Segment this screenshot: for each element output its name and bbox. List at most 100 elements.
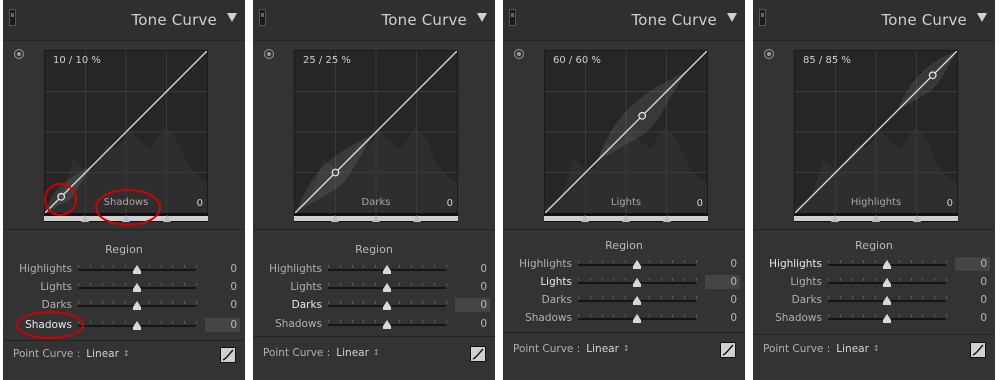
point-curve-select[interactable]: Linear — [586, 343, 619, 355]
curve-control-point[interactable] — [928, 71, 937, 80]
point-curve-control[interactable]: Point Curve : Linear ↕ — [263, 347, 380, 359]
split-point-handle[interactable] — [163, 215, 171, 222]
slider-value-shadows[interactable]: 0 — [455, 317, 490, 331]
split-point-handle[interactable] — [872, 215, 880, 222]
slider-value-lights[interactable]: 0 — [455, 280, 490, 294]
graph-value: 0 — [696, 198, 703, 209]
triangle-down-icon[interactable] — [227, 13, 237, 22]
point-curve-select[interactable]: Linear — [336, 347, 369, 359]
region-title: Region — [105, 243, 143, 256]
triangle-down-icon[interactable] — [477, 13, 487, 22]
slider-value-darks[interactable]: 0 — [955, 293, 990, 307]
slider-value-shadows[interactable]: 0 — [955, 311, 990, 325]
point-curve-icon[interactable] — [970, 342, 986, 358]
slider-value-darks[interactable]: 0 — [205, 298, 240, 312]
slider-row-darks: Darks 0 — [253, 298, 495, 316]
slider-thumb-highlights[interactable] — [383, 265, 391, 274]
slider-thumb-shadows[interactable] — [133, 321, 141, 330]
annotation-circle-region-label — [95, 189, 161, 226]
slider-value-lights[interactable]: 0 — [705, 275, 740, 289]
curve-control-point[interactable] — [638, 111, 647, 120]
point-curve-control[interactable]: Point Curve : Linear ↕ — [513, 343, 630, 355]
split-point-handle[interactable] — [622, 215, 630, 222]
triangle-down-icon[interactable] — [977, 13, 987, 22]
target-icon[interactable] — [264, 49, 274, 59]
graph-region-label: Darks — [361, 197, 391, 208]
target-icon[interactable] — [14, 49, 24, 59]
slider-value-darks[interactable]: 0 — [455, 298, 490, 312]
panel-header[interactable]: Tone Curve — [253, 0, 495, 41]
slider-thumb-darks[interactable] — [133, 301, 141, 310]
panel-header[interactable]: Tone Curve — [3, 0, 245, 41]
target-icon[interactable] — [764, 49, 774, 59]
slider-value-highlights[interactable]: 0 — [955, 257, 990, 271]
split-point-handle[interactable] — [913, 215, 921, 222]
annotation-circle-control-point — [44, 183, 77, 216]
slider-label-darks: Darks — [291, 299, 322, 311]
slider-value-darks[interactable]: 0 — [705, 293, 740, 307]
slider-thumb-lights[interactable] — [133, 283, 141, 292]
curve-control-point[interactable] — [331, 168, 340, 177]
panel-grip-icon[interactable] — [509, 9, 516, 26]
slider-thumb-lights[interactable] — [883, 278, 891, 287]
curve-canvas[interactable] — [795, 51, 957, 213]
split-point-handle[interactable] — [663, 215, 671, 222]
section-divider — [3, 340, 245, 341]
slider-thumb-lights[interactable] — [383, 283, 391, 292]
graph-region-label: Lights — [610, 197, 642, 208]
region-title: Region — [855, 239, 893, 252]
curve-canvas[interactable] — [545, 51, 707, 213]
split-point-handle[interactable] — [831, 215, 839, 222]
slider-thumb-lights[interactable] — [633, 278, 641, 287]
curve-canvas[interactable] — [295, 51, 457, 213]
slider-thumb-shadows[interactable] — [883, 314, 891, 323]
panel-grip-icon[interactable] — [759, 9, 766, 26]
point-curve-icon[interactable] — [470, 346, 486, 362]
panel-grip-icon[interactable] — [259, 9, 266, 26]
panel-header[interactable]: Tone Curve — [753, 0, 995, 41]
panel-title: Tone Curve — [131, 11, 217, 29]
point-curve-icon[interactable] — [720, 342, 736, 358]
slider-value-lights[interactable]: 0 — [955, 275, 990, 289]
point-curve-select[interactable]: Linear — [836, 343, 869, 355]
updown-arrows-icon[interactable]: ↕ — [123, 349, 130, 358]
point-curve-control[interactable]: Point Curve : Linear ↕ — [763, 343, 880, 355]
curve-graph[interactable]: 85 / 85 % Highlights 0 — [794, 50, 958, 214]
curve-graph[interactable]: 25 / 25 % Darks 0 — [294, 50, 458, 214]
slider-thumb-shadows[interactable] — [383, 320, 391, 329]
curve-graph[interactable]: 60 / 60 % Lights 0 — [544, 50, 708, 214]
slider-value-shadows[interactable]: 0 — [705, 311, 740, 325]
updown-arrows-icon[interactable]: ↕ — [373, 348, 380, 357]
split-point-handle[interactable] — [413, 215, 421, 222]
slider-value-shadows[interactable]: 0 — [205, 318, 240, 332]
updown-arrows-icon[interactable]: ↕ — [873, 344, 880, 353]
panel-grip-icon[interactable] — [9, 9, 16, 26]
slider-thumb-darks[interactable] — [883, 296, 891, 305]
split-point-handle[interactable] — [581, 215, 589, 222]
slider-thumb-highlights[interactable] — [883, 260, 891, 269]
slider-value-highlights[interactable]: 0 — [705, 257, 740, 271]
target-icon[interactable] — [514, 49, 524, 59]
panel-header[interactable]: Tone Curve — [503, 0, 745, 41]
point-curve-control[interactable]: Point Curve : Linear ↕ — [13, 348, 130, 360]
split-point-handle[interactable] — [372, 215, 380, 222]
slider-value-highlights[interactable]: 0 — [455, 262, 490, 276]
updown-arrows-icon[interactable]: ↕ — [623, 344, 630, 353]
point-curve-label: Point Curve : — [13, 348, 81, 360]
triangle-down-icon[interactable] — [727, 13, 737, 22]
slider-thumb-darks[interactable] — [383, 301, 391, 310]
point-curve-select[interactable]: Linear — [86, 348, 119, 360]
slider-value-highlights[interactable]: 0 — [205, 262, 240, 276]
slider-label-shadows: Shadows — [775, 312, 822, 324]
slider-thumb-highlights[interactable] — [133, 265, 141, 274]
slider-thumb-shadows[interactable] — [633, 314, 641, 323]
point-curve-icon[interactable] — [220, 347, 236, 363]
slider-thumb-highlights[interactable] — [633, 260, 641, 269]
slider-thumb-darks[interactable] — [633, 296, 641, 305]
panel-title: Tone Curve — [381, 11, 467, 29]
split-point-handle[interactable] — [81, 215, 89, 222]
slider-row-darks: Darks 0 — [753, 293, 995, 311]
input-output-readout: 85 / 85 % — [803, 55, 851, 66]
slider-value-lights[interactable]: 0 — [205, 280, 240, 294]
split-point-handle[interactable] — [331, 215, 339, 222]
